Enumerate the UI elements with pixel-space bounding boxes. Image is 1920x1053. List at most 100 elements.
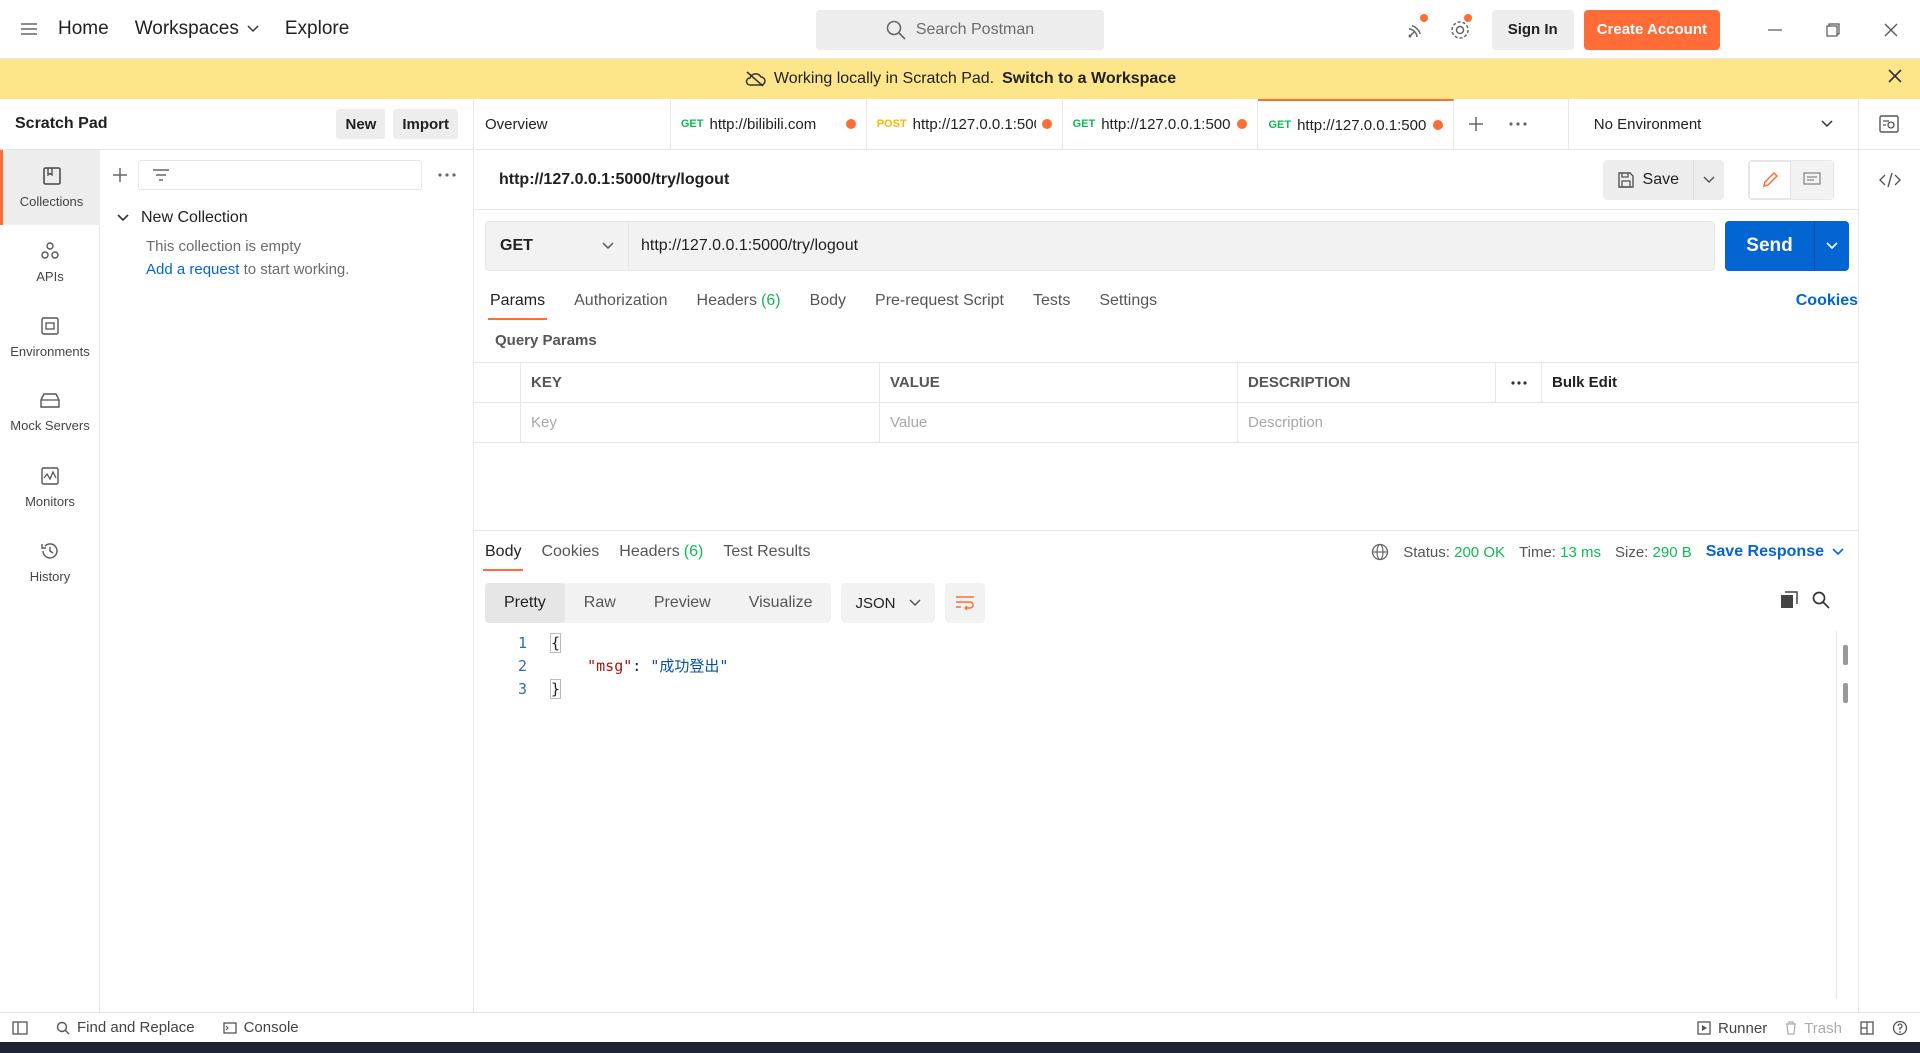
format-select[interactable]: JSON [841,583,936,623]
save-response-button[interactable]: Save Response [1706,543,1844,561]
wrap-lines-icon[interactable] [945,583,986,623]
restore-icon[interactable] [1804,0,1862,59]
search-input[interactable]: Search Postman [816,10,1104,50]
search-icon[interactable] [1812,591,1830,609]
settings-gear-icon[interactable] [1438,0,1482,59]
nav-workspaces-label: Workspaces [134,18,239,39]
two-pane-icon[interactable] [1860,1021,1874,1035]
nav-workspaces[interactable]: Workspaces [135,18,259,40]
scroll-thumb[interactable] [1843,645,1848,665]
globe-icon[interactable] [1371,543,1389,561]
value-input[interactable]: Value [880,403,1238,442]
rail-item-history[interactable]: History [0,525,100,600]
view-raw[interactable]: Raw [565,583,635,623]
chevron-down-icon[interactable] [117,213,129,222]
console-icon [222,1021,237,1034]
close-window-icon[interactable] [1862,0,1920,59]
tab-body[interactable]: Body [810,280,846,322]
add-request-link[interactable]: Add a request [146,261,239,278]
tab-params[interactable]: Params [487,280,548,322]
satellite-icon[interactable] [1394,0,1438,59]
collection-name: New Collection [141,208,248,226]
time-label: Time: [1519,543,1556,561]
tab-headers[interactable]: Headers (6) [697,280,781,322]
rail-item-collections[interactable]: Collections [0,150,100,225]
find-and-replace-button[interactable]: Find and Replace [56,1019,195,1036]
tab-settings[interactable]: Settings [1099,280,1157,322]
tab-authorization[interactable]: Authorization [574,280,667,322]
method-select[interactable]: GET [485,221,629,271]
toggle-sidebar-icon[interactable] [12,1020,28,1035]
close-banner-icon[interactable] [1888,69,1902,83]
scroll-thumb[interactable] [1843,683,1848,703]
new-tab-icon[interactable] [1454,99,1497,149]
headers-count: (6) [761,292,781,309]
cookies-link[interactable]: Cookies [1796,292,1858,310]
chevron-down-icon [909,599,921,607]
rail-item-mock-servers[interactable]: Mock Servers [0,375,100,450]
save-label: Save [1642,170,1679,188]
new-button[interactable]: New [336,109,386,139]
status-readout[interactable]: Status: 200 OK [1403,544,1505,561]
table-more-icon[interactable] [1496,363,1542,402]
console-button[interactable]: Console [222,1019,299,1036]
tab-more-icon[interactable] [1497,99,1540,149]
minimize-icon[interactable] [1746,0,1804,59]
send-button[interactable]: Send [1725,221,1815,271]
tab-request[interactable]: POST http://127.0.0.1:5000 [867,99,1063,149]
nav-explore[interactable]: Explore [285,18,349,40]
more-options-icon[interactable] [438,173,456,177]
sign-in-button[interactable]: Sign In [1491,9,1574,50]
switch-workspace-link[interactable]: Switch to a Workspace [1002,70,1176,88]
time-readout[interactable]: Time: 13 ms [1519,544,1601,561]
tab-response-cookies[interactable]: Cookies [541,531,599,573]
create-account-button[interactable]: Create Account [1583,9,1720,50]
send-group: Send [1725,221,1849,271]
trash-button[interactable]: Trash [1785,1020,1842,1037]
tab-tests[interactable]: Tests [1033,280,1070,322]
tab-overview[interactable]: Overview [475,99,671,149]
tab-request-active[interactable]: GET http://127.0.0.1:5000/ [1258,99,1455,149]
edit-pencil-icon[interactable] [1749,160,1791,199]
menu-icon[interactable] [0,0,58,59]
comments-icon[interactable] [1791,160,1833,199]
rail-item-monitors[interactable]: Monitors [0,450,100,525]
code-line: 3 } [475,677,1835,700]
copy-icon[interactable] [1780,591,1798,609]
filter-input[interactable] [138,160,422,190]
environment-select[interactable]: No Environment [1567,99,1858,149]
help-icon[interactable] [1892,1020,1908,1036]
url-input[interactable]: http://127.0.0.1:5000/try/logout [629,221,1715,271]
size-readout[interactable]: Size: 290 B [1615,544,1692,561]
banner-text: Working locally in Scratch Pad. [773,70,995,87]
bulk-edit-button[interactable]: Bulk Edit [1542,363,1634,402]
runner-button[interactable]: Runner [1697,1020,1767,1037]
add-icon[interactable] [112,167,128,183]
tab-request[interactable]: GET http://bilibili.com [671,99,867,149]
environment-quick-look-icon[interactable] [1857,99,1920,149]
tab-response-headers[interactable]: Headers (6) [619,531,703,573]
view-visualize[interactable]: Visualize [730,583,832,623]
save-options-chevron-icon[interactable] [1694,175,1724,184]
unsaved-dot [1433,120,1444,130]
nav-home[interactable]: Home [58,18,109,40]
tab-response-body[interactable]: Body [482,531,524,573]
view-pretty[interactable]: Pretty [485,583,565,623]
import-button[interactable]: Import [393,109,458,139]
vertical-scrollbar[interactable] [1836,631,1858,999]
time-value: 13 ms [1560,543,1601,561]
collection-item[interactable]: New Collection [100,200,473,235]
code-icon[interactable] [1859,150,1920,210]
save-button[interactable]: Save [1603,159,1694,200]
rail-item-apis[interactable]: APIs [0,225,100,300]
description-input[interactable]: Description [1238,403,1634,442]
tab-test-results[interactable]: Test Results [723,531,810,573]
key-input[interactable]: Key [521,403,880,442]
send-options-chevron-icon[interactable] [1815,221,1849,271]
view-preview[interactable]: Preview [635,583,730,623]
rail-item-environments[interactable]: Environments [0,300,100,375]
tab-pre-request-script[interactable]: Pre-request Script [875,280,1004,322]
column-key: KEY [521,363,880,402]
tab-request[interactable]: GET http://127.0.0.1:5000/ [1063,99,1259,149]
response-body-code[interactable]: 1 { 2 "msg": "成功登出" 3 } [475,631,1835,700]
